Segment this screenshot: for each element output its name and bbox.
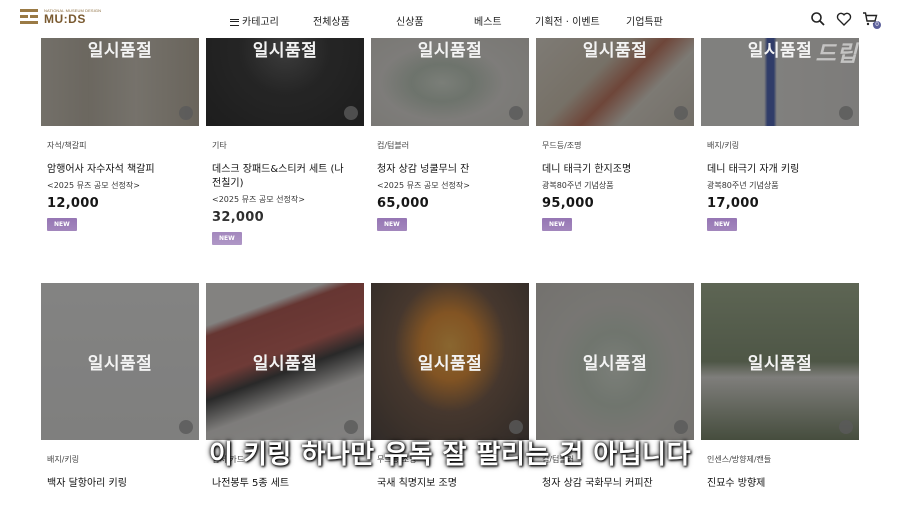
wishlist-icon[interactable] (179, 420, 193, 434)
product-category: 배지/키링 (707, 141, 740, 150)
product-card[interactable]: 일시품절 무드등/조명 데니 태극기 한지조명 광복80주년 기념상품 95,0… (536, 30, 694, 231)
header-actions: 0 (810, 11, 881, 29)
video-caption: 이 키링 하나만 유독 잘 팔리는 건 아닙니다 (208, 440, 691, 470)
new-badge: NEW (212, 232, 242, 245)
product-thumbnail[interactable]: 일시품절 (371, 30, 529, 126)
nav-category[interactable]: 카테고리 (230, 13, 279, 28)
product-card[interactable]: 일시품절 자석/책갈피 암행어사 자수자석 책갈피 <2025 뮤즈 공모 선정… (41, 30, 199, 231)
product-subtitle: 광복80주년 기념상품 (542, 181, 614, 190)
wishlist-icon[interactable] (344, 420, 358, 434)
wishlist-icon[interactable] (839, 420, 853, 434)
soldout-label: 일시품절 (582, 354, 648, 374)
new-badge: NEW (377, 218, 407, 231)
product-category: 자석/책갈피 (47, 141, 87, 150)
product-price: 17,000 (707, 196, 759, 211)
soldout-label: 일시품절 (747, 354, 813, 374)
nav-events[interactable]: 기획전 · 이벤트 (535, 13, 600, 28)
soldout-label: 일시품절 (87, 354, 153, 374)
product-name[interactable]: 암행어사 자수자석 책갈피 (47, 163, 199, 177)
soldout-label: 일시품절 (417, 354, 483, 374)
product-name[interactable]: 데니 태극기 자개 키링 (707, 163, 859, 177)
menu-icon (230, 18, 239, 26)
nav-corporate[interactable]: 기업특판 (626, 13, 663, 28)
nav-new-products[interactable]: 신상품 (396, 13, 424, 28)
logo-name: MU:DS (44, 12, 86, 26)
product-thumbnail[interactable]: 일시품절 (41, 283, 199, 440)
product-subtitle: 광복80주년 기념상품 (707, 181, 779, 190)
soldout-label: 일시품절 (87, 41, 153, 61)
wishlist-icon[interactable] (509, 420, 523, 434)
product-subtitle: <2025 뮤즈 공모 선정작> (212, 195, 305, 204)
product-card[interactable]: 일시품절 기타 데스크 장패드&스티커 세트 (나전칠기) <2025 뮤즈 공… (206, 30, 364, 245)
product-name[interactable]: 데니 태극기 한지조명 (542, 163, 694, 177)
wishlist-icon[interactable] (674, 106, 688, 120)
nav-best[interactable]: 베스트 (474, 13, 502, 28)
product-price: 65,000 (377, 196, 429, 211)
product-price: 12,000 (47, 196, 99, 211)
product-name[interactable]: 청자 상감 넝쿨무늬 잔 (377, 163, 529, 177)
cart-count-badge: 0 (873, 21, 881, 29)
product-thumbnail[interactable]: 일시품절 (701, 283, 859, 440)
soldout-label: 일시품절 (582, 41, 648, 61)
product-name[interactable]: 청자 상감 국화무늬 커피잔 (542, 477, 694, 491)
soldout-label: 일시품절 (252, 354, 318, 374)
new-badge: NEW (542, 218, 572, 231)
product-name[interactable]: 데스크 장패드&스티커 세트 (나전칠기) (212, 163, 352, 191)
nav-category-label: 카테고리 (242, 17, 279, 28)
product-name[interactable]: 국새 칙명지보 조명 (377, 477, 529, 491)
wishlist-icon[interactable] (509, 106, 523, 120)
new-badge: NEW (47, 218, 77, 231)
product-thumbnail[interactable]: 일시품절 (206, 283, 364, 440)
watermark-logo: 드립 (815, 42, 858, 67)
product-thumbnail[interactable]: 일시품절 (536, 30, 694, 126)
nav-all-products[interactable]: 전체상품 (313, 13, 350, 28)
cart-icon[interactable]: 0 (862, 11, 881, 29)
site-logo[interactable]: NATIONAL MUSEUM DESIGN MU:DS (18, 6, 101, 28)
product-name[interactable]: 나전봉투 5종 세트 (212, 477, 364, 491)
soldout-label: 일시품절 (252, 41, 318, 61)
product-thumbnail[interactable]: 일시품절 (536, 283, 694, 440)
product-name[interactable]: 진묘수 방향제 (707, 477, 859, 491)
soldout-label: 일시품절 (417, 41, 483, 61)
product-thumbnail[interactable]: 일시품절 (41, 30, 199, 126)
heart-icon[interactable] (836, 11, 852, 27)
product-category: 기타 (212, 141, 227, 150)
product-thumbnail[interactable]: 일시품절 (371, 283, 529, 440)
search-icon[interactable] (810, 11, 826, 27)
product-card[interactable]: 일시품절 컵/텀블러 청자 상감 넝쿨무늬 잔 <2025 뮤즈 공모 선정작>… (371, 30, 529, 231)
product-category: 컵/텀블러 (377, 141, 410, 150)
site-header: NATIONAL MUSEUM DESIGN MU:DS 카테고리 전체상품 신… (0, 0, 900, 38)
wishlist-icon[interactable] (674, 420, 688, 434)
museum-logo-icon (18, 6, 40, 28)
product-thumbnail[interactable]: 일시품절 (206, 30, 364, 126)
product-subtitle: <2025 뮤즈 공모 선정작> (47, 181, 140, 190)
wishlist-icon[interactable] (344, 106, 358, 120)
wishlist-icon[interactable] (179, 106, 193, 120)
product-name[interactable]: 백자 달항아리 키링 (47, 477, 199, 491)
product-price: 95,000 (542, 196, 594, 211)
wishlist-icon[interactable] (839, 106, 853, 120)
product-category: 무드등/조명 (542, 141, 582, 150)
product-subtitle: <2025 뮤즈 공모 선정작> (377, 181, 470, 190)
product-price: 32,000 (212, 210, 264, 225)
new-badge: NEW (707, 218, 737, 231)
